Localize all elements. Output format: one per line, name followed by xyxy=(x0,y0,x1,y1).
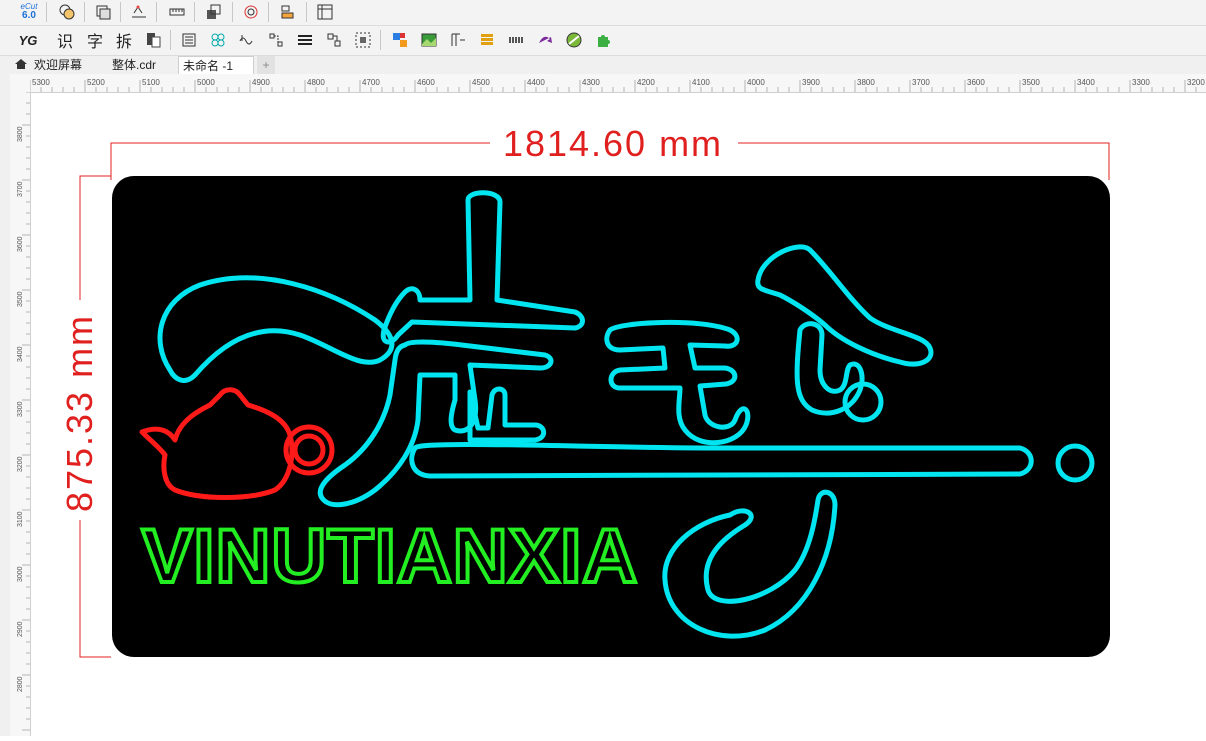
h-ruler-label: 3400 xyxy=(1077,78,1095,87)
document-tabs: 欢迎屏幕 整体.cdr 未命名 -1 + xyxy=(0,56,1206,74)
v-ruler-label: 3500 xyxy=(17,291,24,307)
pattern-icon[interactable] xyxy=(207,29,229,51)
v-ruler-label: 3400 xyxy=(17,346,24,362)
add-tab-label: + xyxy=(262,58,270,72)
h-ruler-label: 4600 xyxy=(417,78,435,87)
home-icon xyxy=(14,57,28,75)
h-ruler-label: 5000 xyxy=(197,78,215,87)
tab-home[interactable]: 欢迎屏幕 xyxy=(10,56,106,74)
corner-icon[interactable] xyxy=(323,29,345,51)
merge-icon[interactable] xyxy=(56,1,78,23)
h-ruler-label: 5200 xyxy=(87,78,105,87)
h-ruler-label: 5100 xyxy=(142,78,160,87)
image-icon[interactable] xyxy=(418,29,440,51)
tab-file-cdr-label: 整体.cdr xyxy=(112,58,157,72)
recognize-text-button[interactable]: 识 xyxy=(54,29,76,51)
puzzle-icon[interactable] xyxy=(592,29,614,51)
v-ruler-label: 2800 xyxy=(17,676,24,692)
dots-icon[interactable] xyxy=(505,29,527,51)
drawing-canvas[interactable]: 1814.60 mm 875.33 mm VINUTIANXIA xyxy=(31,93,1206,736)
h-ruler-label: 3200 xyxy=(1187,78,1205,87)
copy-icon[interactable] xyxy=(142,29,164,51)
h-ruler-label: 4500 xyxy=(472,78,490,87)
h-ruler-label: 3700 xyxy=(912,78,930,87)
wave-icon[interactable] xyxy=(236,29,258,51)
brand-name-text: VINUTIANXIA xyxy=(142,514,639,599)
h-ruler-label: 4800 xyxy=(307,78,325,87)
h-ruler-label: 3900 xyxy=(802,78,820,87)
add-tab-button[interactable]: + xyxy=(257,56,275,74)
width-dimension-label: 1814.60 mm xyxy=(503,123,723,164)
h-ruler-label: 4000 xyxy=(747,78,765,87)
h-ruler-label: 3500 xyxy=(1022,78,1040,87)
app-logo: eCut 6.0 xyxy=(16,0,42,22)
v-ruler-label: 3700 xyxy=(17,181,24,197)
h-ruler-label: 4900 xyxy=(252,78,270,87)
h-ruler-label: 3800 xyxy=(857,78,875,87)
measure-icon[interactable] xyxy=(128,1,150,23)
tab-untitled[interactable]: 未命名 -1 xyxy=(178,56,254,74)
v-ruler-label: 3200 xyxy=(17,456,24,472)
h-ruler-label: 4300 xyxy=(582,78,600,87)
h-ruler-label: 4200 xyxy=(637,78,655,87)
v-ruler-label: 3000 xyxy=(17,566,24,582)
v-ruler-label: 2900 xyxy=(17,621,24,637)
horizontal-ruler[interactable]: 5300 5200 5100 5000 4900 4800 4700 4600 4500 4400… xyxy=(29,74,1206,93)
v-ruler-label: 3100 xyxy=(17,511,24,527)
color-squares-icon[interactable] xyxy=(389,29,411,51)
text-align-icon[interactable] xyxy=(447,29,469,51)
nodes-icon[interactable] xyxy=(265,29,287,51)
text-tool-label: 字 xyxy=(86,34,103,51)
text-tool-button[interactable]: 字 xyxy=(84,29,106,51)
yg-icon[interactable]: YG xyxy=(16,29,40,51)
target-icon[interactable] xyxy=(240,1,262,23)
purple-arrow-icon[interactable] xyxy=(534,29,556,51)
tab-untitled-label: 未命名 -1 xyxy=(183,59,234,73)
toolbar-second: YG 识 字 拆 xyxy=(0,26,1206,56)
h-ruler-label: 4400 xyxy=(527,78,545,87)
panel-icon[interactable] xyxy=(314,1,336,23)
split-button[interactable]: 拆 xyxy=(113,29,135,51)
h-ruler-label: 4700 xyxy=(362,78,380,87)
height-dimension-label: 875.33 mm xyxy=(59,314,100,512)
vertical-ruler[interactable]: 3800 3700 3600 3500 3400 3300 3200 3100 3000 2900… xyxy=(10,91,31,736)
horizontal-ruler-ticks: 5300 5200 5100 5000 4900 4800 4700 4600 4500 4400… xyxy=(29,78,1205,92)
align-icon[interactable] xyxy=(276,1,298,23)
h-ruler-label: 5300 xyxy=(32,78,50,87)
v-ruler-label: 3300 xyxy=(17,401,24,417)
ruler-corner[interactable] xyxy=(10,74,31,93)
ruler-tool-icon[interactable] xyxy=(166,1,188,23)
select-area-icon[interactable] xyxy=(352,29,374,51)
toolbar-top: eCut 6.0 xyxy=(0,0,1206,26)
tab-welcome-label: 欢迎屏幕 xyxy=(34,58,83,72)
lines-icon[interactable] xyxy=(294,29,316,51)
vertical-ruler-ticks: 3800 3700 3600 3500 3400 3300 3200 3100 3000 2900… xyxy=(17,91,30,731)
grid-yellow-icon[interactable] xyxy=(476,29,498,51)
arrange-icon[interactable] xyxy=(202,1,224,23)
split-label: 拆 xyxy=(115,34,132,51)
app-logo-line2: 6.0 xyxy=(22,10,36,21)
v-ruler-label: 3600 xyxy=(17,236,24,252)
list-icon[interactable] xyxy=(178,29,200,51)
layers-icon[interactable] xyxy=(92,1,114,23)
v-ruler-label: 3800 xyxy=(17,126,24,142)
globe-icon[interactable] xyxy=(563,29,585,51)
tab-file-cdr[interactable]: 整体.cdr xyxy=(108,56,178,74)
canvas-artwork: 1814.60 mm 875.33 mm VINUTIANXIA xyxy=(59,123,1110,658)
h-ruler-label: 4100 xyxy=(692,78,710,87)
h-ruler-label: 3300 xyxy=(1132,78,1150,87)
recognize-text-label: 识 xyxy=(56,34,73,51)
h-ruler-label: 3600 xyxy=(967,78,985,87)
